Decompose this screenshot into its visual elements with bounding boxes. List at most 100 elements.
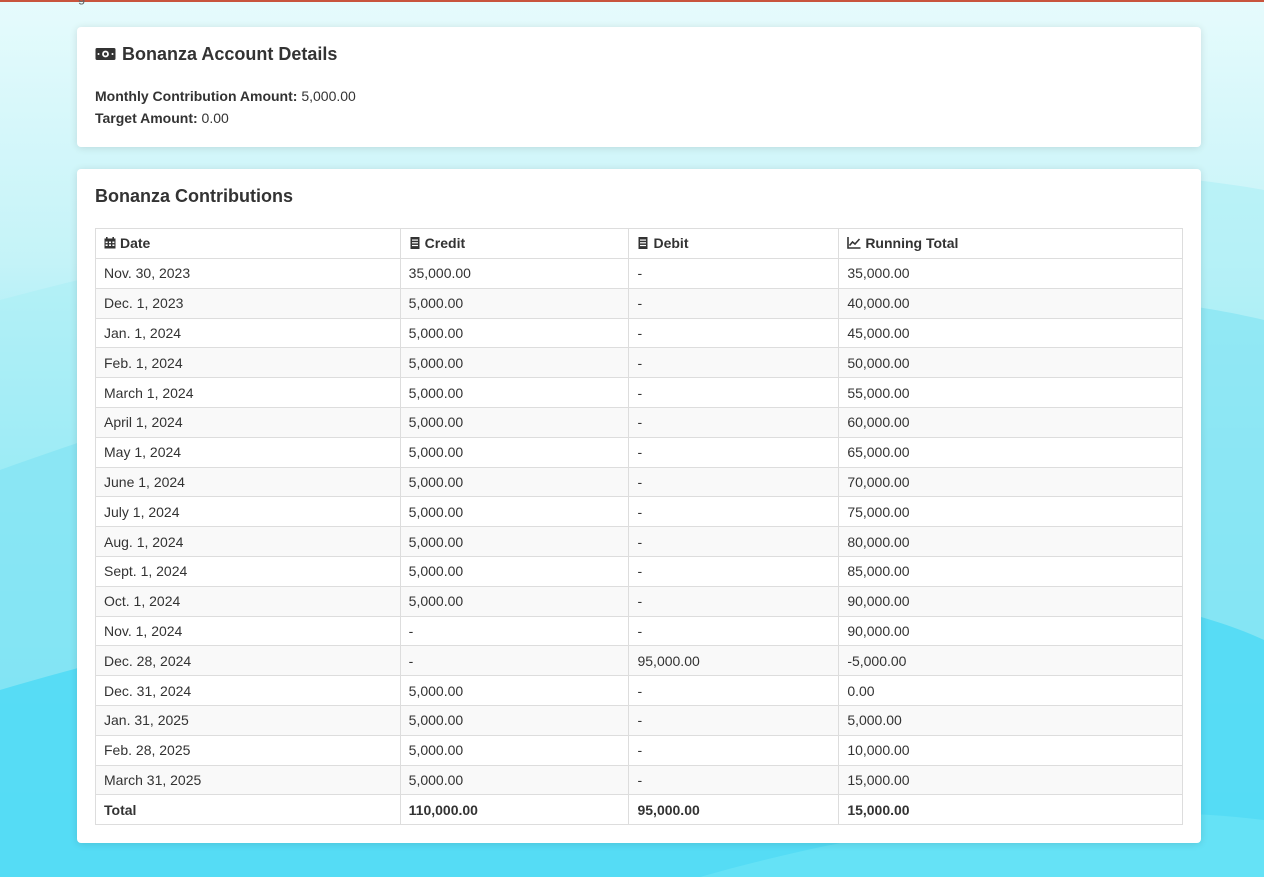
target-amount-value: 0.00 [201, 110, 229, 126]
cell-date: May 1, 2024 [95, 436, 401, 468]
cell-debit: - [628, 555, 840, 587]
table-row: Nov. 1, 2024- -90,000.00 [95, 615, 1183, 647]
cell-running-total: 5,000.00 [838, 704, 1183, 736]
cell-running-total: 0.00 [838, 675, 1183, 706]
cell-date: Dec. 31, 2024 [95, 675, 401, 706]
table-row: March 1, 2024 5,000.00-55,000.00 [95, 377, 1183, 408]
clipped-header-text: g [78, 0, 85, 5]
cell-debit: 95,000.00 [628, 645, 840, 677]
cell-running-total: 35,000.00 [838, 258, 1183, 289]
cell-credit: - [399, 645, 630, 677]
receipt-icon [410, 237, 420, 249]
cell-credit: 35,000.00 [399, 258, 630, 289]
cell-debit: - [628, 585, 840, 617]
cell-date: Jan. 31, 2025 [95, 704, 401, 736]
cell-credit: 5,000.00 [399, 466, 630, 498]
cell-debit: - [628, 287, 840, 319]
cell-running-total: 65,000.00 [838, 436, 1183, 468]
cell-credit: 5,000.00 [399, 555, 630, 587]
cell-running-total: 75,000.00 [838, 496, 1183, 528]
table-row: June 1, 2024 5,000.00-70,000.00 [95, 466, 1183, 498]
target-amount-label: Target Amount: [95, 110, 198, 126]
money-icon [95, 48, 116, 60]
cell-running-total: 80,000.00 [838, 526, 1183, 557]
cell-debit: - [628, 526, 840, 557]
cell-running-total: 60,000.00 [838, 406, 1183, 438]
table-row: Oct. 1, 2024 5,000.00-90,000.00 [95, 585, 1183, 617]
cell-credit: 5,000.00 [399, 406, 630, 438]
cell-debit: - [628, 377, 840, 408]
header-running-total[interactable]: Running Total [838, 228, 1183, 259]
cell-credit: 5,000.00 [399, 347, 630, 379]
table-body: Nov. 30, 2023 35,000.00-35,000.00 Dec. 1, … [95, 258, 1183, 796]
cell-date: Dec. 1, 2023 [95, 287, 401, 319]
table-header-row: Date Credit Debit Running Total [95, 228, 1183, 259]
table-row: Nov. 30, 2023 35,000.00-35,000.00 [95, 258, 1183, 289]
cell-running-total: 55,000.00 [838, 377, 1183, 408]
cell-debit: - [628, 496, 840, 528]
cell-date: Nov. 1, 2024 [95, 615, 401, 647]
cell-date: Sept. 1, 2024 [95, 555, 401, 587]
contributions-card: Bonanza Contributions Date Credit Debit … [77, 169, 1201, 843]
table-row: Feb. 1, 2024 5,000.00-50,000.00 [95, 347, 1183, 379]
contributions-title: Bonanza Contributions [95, 185, 293, 206]
monthly-contribution-label: Monthly Contribution Amount: [95, 88, 298, 104]
cell-running-total: 50,000.00 [838, 347, 1183, 379]
cell-debit: - [628, 436, 840, 468]
cell-date: March 1, 2024 [95, 377, 401, 408]
table-row: July 1, 2024 5,000.00-75,000.00 [95, 496, 1183, 528]
table-row: May 1, 2024 5,000.00-65,000.00 [95, 436, 1183, 468]
cell-credit: 5,000.00 [399, 585, 630, 617]
cell-credit: 5,000.00 [399, 764, 630, 796]
account-details-header: Bonanza Account Details [95, 44, 1183, 64]
header-date[interactable]: Date [95, 228, 401, 259]
header-credit[interactable]: Credit [399, 228, 630, 259]
table-row: March 31, 2025 5,000.00-15,000.00 [95, 764, 1183, 796]
cell-debit: - [628, 466, 840, 498]
monthly-contribution-row: Monthly Contribution Amount: 5,000.00 [95, 85, 1183, 107]
cell-running-total: -5,000.00 [838, 645, 1183, 677]
cell-running-total: 45,000.00 [838, 317, 1183, 349]
cell-debit: - [628, 704, 840, 736]
cell-debit: - [628, 258, 840, 289]
cell-credit: 5,000.00 [399, 496, 630, 528]
cell-running-total: 70,000.00 [838, 466, 1183, 498]
cell-debit: - [628, 734, 840, 766]
cell-date: Dec. 28, 2024 [95, 645, 401, 677]
cell-date: July 1, 2024 [95, 496, 401, 528]
cell-date: Oct. 1, 2024 [95, 585, 401, 617]
table-row: Dec. 28, 2024-95,000.00 -5,000.00 [95, 645, 1183, 677]
cell-credit: 5,000.00 [399, 526, 630, 557]
footer-label: Total [95, 794, 401, 826]
cell-running-total: 90,000.00 [838, 585, 1183, 617]
cell-credit: 5,000.00 [399, 675, 630, 706]
cell-debit: - [628, 764, 840, 796]
cell-credit: 5,000.00 [399, 436, 630, 468]
cell-debit: - [628, 675, 840, 706]
header-debit-label: Debit [653, 235, 689, 251]
cell-date: March 31, 2025 [95, 764, 401, 796]
footer-credit: 110,000.00 [399, 794, 630, 826]
table-row: Dec. 1, 2023 5,000.00-40,000.00 [95, 287, 1183, 319]
receipt-icon [638, 237, 648, 249]
cell-credit: 5,000.00 [399, 377, 630, 408]
cell-running-total: 15,000.00 [838, 764, 1183, 796]
header-running-total-label: Running Total [865, 235, 959, 251]
cell-running-total: 10,000.00 [838, 734, 1183, 766]
target-amount-row: Target Amount: 0.00 [95, 107, 1183, 129]
account-details-card: Bonanza Account Details Monthly Contribu… [77, 27, 1201, 147]
table-row: Jan. 31, 2025 5,000.00-5,000.00 [95, 704, 1183, 736]
table-row: Jan. 1, 2024 5,000.00-45,000.00 [95, 317, 1183, 349]
table-row: Sept. 1, 2024 5,000.00-85,000.00 [95, 555, 1183, 587]
cell-credit: 5,000.00 [399, 287, 630, 319]
header-date-label: Date [120, 235, 151, 251]
table-row: Aug. 1, 2024 5,000.00-80,000.00 [95, 526, 1183, 557]
cell-credit: - [399, 615, 630, 647]
calendar-icon [104, 237, 116, 249]
header-credit-label: Credit [424, 235, 466, 251]
header-debit[interactable]: Debit [628, 228, 840, 259]
cell-date: June 1, 2024 [95, 466, 401, 498]
cell-date: April 1, 2024 [95, 406, 401, 438]
cell-date: Aug. 1, 2024 [95, 526, 401, 557]
line-chart-icon [847, 237, 861, 249]
